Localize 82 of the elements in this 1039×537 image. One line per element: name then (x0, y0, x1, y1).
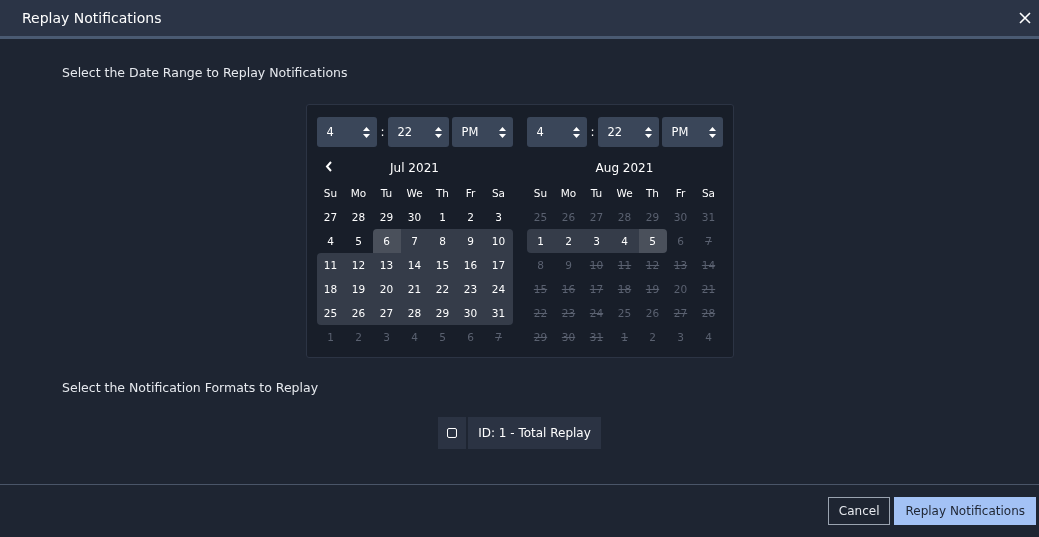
weekday-label: Th (435, 187, 450, 199)
up-down-icon (498, 126, 506, 138)
calendar-day[interactable]: 3 (495, 211, 502, 223)
calendar-day[interactable]: 28 (407, 307, 422, 319)
time-select[interactable]: 4 (316, 117, 378, 147)
calendar-day[interactable]: 11 (323, 259, 338, 271)
weekday-label: Fr (675, 187, 686, 199)
weekday-label: Mo (350, 187, 367, 199)
calendar-day[interactable]: 20 (379, 283, 394, 295)
previous-month-button[interactable] (324, 161, 333, 172)
calendar-day[interactable]: 5 (355, 235, 362, 247)
replay-notifications-button[interactable]: Replay Notifications (894, 497, 1036, 525)
time-separator: : (380, 125, 385, 139)
calendar-day[interactable]: 4 (327, 235, 334, 247)
calendar-day[interactable]: 31 (491, 307, 506, 319)
weekday-label: Tu (380, 187, 393, 199)
calendar-day[interactable]: 14 (407, 259, 422, 271)
calendar-day[interactable]: 29 (379, 211, 394, 223)
calendar-day[interactable]: 2 (467, 211, 474, 223)
calendar-day[interactable]: 5 (649, 235, 656, 247)
time-select[interactable]: 22 (597, 117, 659, 147)
weekday-label: Tu (590, 187, 603, 199)
calendar-day[interactable]: 7 (411, 235, 418, 247)
calendar-day[interactable]: 1 (537, 235, 544, 247)
time-select[interactable]: PM (661, 117, 723, 147)
calendar-day[interactable]: 13 (379, 259, 394, 271)
calendar-day[interactable]: 3 (593, 235, 600, 247)
section-heading: Select the Notification Formats to Replay (62, 380, 319, 395)
calendar-day[interactable]: 21 (407, 283, 422, 295)
calendar-day[interactable]: 22 (435, 283, 450, 295)
time-select[interactable]: 4 (526, 117, 588, 147)
checkbox[interactable] (447, 428, 458, 438)
calendar-day[interactable]: 9 (467, 235, 474, 247)
calendar-day[interactable]: 16 (463, 259, 478, 271)
option-label: ID: 1 - Total Replay (477, 426, 592, 440)
calendar-day[interactable]: 6 (383, 235, 390, 247)
calendar-day[interactable]: 24 (491, 283, 506, 295)
calendar-day[interactable]: 8 (439, 235, 446, 247)
weekday-label: We (406, 187, 423, 199)
weekday-label: We (616, 187, 633, 199)
chevron-left-icon (324, 161, 333, 172)
calendar-day[interactable]: 4 (621, 235, 628, 247)
weekday-label: Sa (491, 187, 506, 199)
weekday-label: Su (533, 187, 548, 199)
time-separator: : (590, 125, 595, 139)
calendar-day[interactable]: 19 (351, 283, 366, 295)
up-down-icon (573, 126, 581, 138)
window-title: Replay Notifications (22, 10, 162, 26)
calendar-day[interactable]: 29 (435, 307, 450, 319)
calendar-day[interactable]: 17 (491, 259, 506, 271)
calendar-day[interactable]: 1 (439, 211, 446, 223)
month-title: Aug 2021 (595, 161, 654, 175)
calendar-day[interactable]: 18 (323, 283, 338, 295)
calendar-day[interactable]: 26 (351, 307, 366, 319)
calendar-day[interactable]: 2 (565, 235, 572, 247)
calendar-day[interactable]: 30 (463, 307, 478, 319)
close-button[interactable] (1017, 10, 1033, 26)
calendar-day[interactable]: 25 (323, 307, 338, 319)
section-heading: Select the Date Range to Replay Notifications (62, 65, 348, 80)
calendar-day[interactable]: 30 (407, 211, 422, 223)
weekday-label: Sa (701, 187, 716, 199)
calendar-day[interactable]: 27 (379, 307, 394, 319)
calendar-day[interactable]: 23 (463, 283, 478, 295)
calendar-day[interactable]: 28 (351, 211, 366, 223)
calendar-day[interactable]: 27 (323, 211, 338, 223)
up-down-icon (708, 126, 716, 138)
time-select[interactable]: PM (451, 117, 513, 147)
format-option[interactable]: ID: 1 - Total Replay (438, 417, 601, 449)
weekday-label: Fr (465, 187, 476, 199)
time-select[interactable]: 22 (387, 117, 449, 147)
month-title: Jul 2021 (390, 161, 439, 175)
calendar-day[interactable]: 12 (351, 259, 366, 271)
weekday-label: Th (645, 187, 660, 199)
up-down-icon (644, 126, 652, 138)
close-icon (1019, 12, 1031, 24)
calendar-day[interactable]: 10 (491, 235, 506, 247)
cancel-button[interactable]: Cancel (827, 497, 891, 525)
calendar-day[interactable]: 15 (435, 259, 450, 271)
weekday-label: Su (323, 187, 338, 199)
weekday-label: Mo (560, 187, 577, 199)
up-down-icon (434, 126, 442, 138)
up-down-icon (363, 126, 371, 138)
